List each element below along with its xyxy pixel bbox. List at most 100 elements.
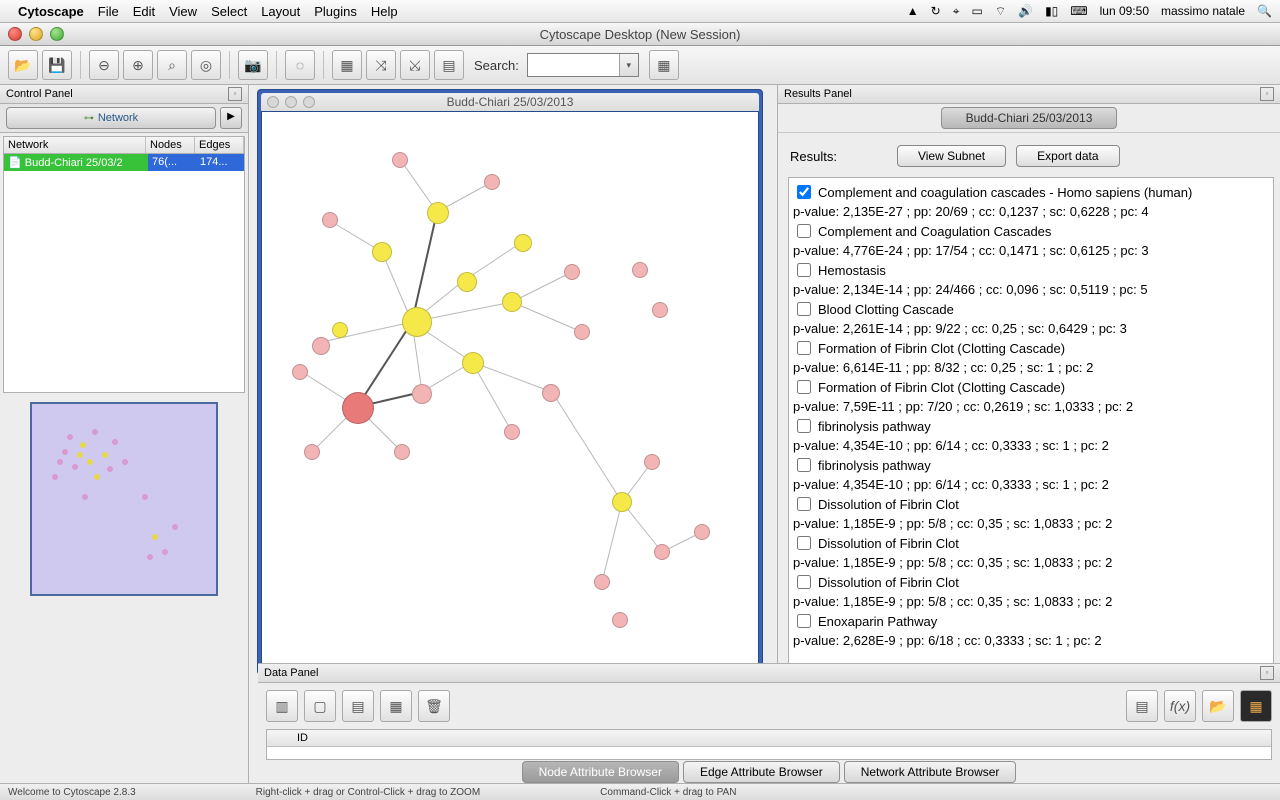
network-node[interactable] — [462, 352, 484, 374]
network-node[interactable] — [694, 524, 710, 540]
network-node[interactable] — [504, 424, 520, 440]
username[interactable]: massimo natale — [1161, 4, 1245, 18]
network-node[interactable] — [372, 242, 392, 262]
result-checkbox[interactable] — [797, 263, 811, 277]
result-checkbox[interactable] — [797, 497, 811, 511]
network-row[interactable]: 📄 Budd-Chiari 25/03/2 76(... 174... — [4, 154, 244, 171]
result-checkbox[interactable] — [797, 536, 811, 550]
dp-new-button[interactable]: ▢ — [304, 690, 336, 722]
tab-network-attr[interactable]: Network Attribute Browser — [844, 761, 1017, 783]
data-table[interactable]: ID — [266, 729, 1272, 760]
network-node[interactable] — [484, 174, 500, 190]
open-session-button[interactable]: 📂 — [8, 50, 38, 80]
result-item[interactable]: fibrinolysis pathwayp-value: 4,354E-10 ;… — [791, 455, 1271, 494]
bluetooth-icon[interactable]: ⌖ — [953, 4, 960, 19]
network-node[interactable] — [412, 384, 432, 404]
col-edges[interactable]: Edges — [195, 137, 244, 153]
tab-next-icon[interactable]: ▶ — [220, 107, 242, 129]
filter-button[interactable]: ▦ — [332, 50, 362, 80]
close-icon[interactable] — [8, 27, 22, 41]
result-item[interactable]: Hemostasisp-value: 2,134E-14 ; pp: 24/46… — [791, 260, 1271, 299]
results-tab[interactable]: Budd-Chiari 25/03/2013 — [941, 107, 1118, 129]
dp-list-button[interactable]: ▤ — [342, 690, 374, 722]
vizmapper-button[interactable]: ◌ — [285, 50, 315, 80]
network-window-titlebar[interactable]: Budd-Chiari 25/03/2013 — [261, 93, 759, 111]
result-item[interactable]: fibrinolysis pathwayp-value: 4,354E-10 ;… — [791, 416, 1271, 455]
search-go-button[interactable]: ▦ — [649, 50, 679, 80]
spotlight-icon[interactable]: 🔍 — [1257, 4, 1272, 18]
result-checkbox[interactable] — [797, 419, 811, 433]
nw-zoom-icon[interactable] — [303, 96, 315, 108]
network-node[interactable] — [332, 322, 348, 338]
zoom-icon[interactable] — [50, 27, 64, 41]
network-node[interactable] — [394, 444, 410, 460]
result-item[interactable]: Blood Clotting Cascadep-value: 2,261E-14… — [791, 299, 1271, 338]
volume-icon[interactable]: 🔊 — [1018, 4, 1033, 18]
result-checkbox[interactable] — [797, 458, 811, 472]
result-checkbox[interactable] — [797, 341, 811, 355]
edge-filter2-button[interactable]: ⤩ — [400, 50, 430, 80]
dp-delete-button[interactable]: 🗑 — [418, 690, 450, 722]
network-node[interactable] — [312, 337, 330, 355]
network-node[interactable] — [457, 272, 477, 292]
data-col-id[interactable]: ID — [267, 730, 1271, 747]
col-nodes[interactable]: Nodes — [146, 137, 195, 153]
result-item[interactable]: Complement and coagulation cascades - Ho… — [791, 182, 1271, 221]
float-panel-icon[interactable]: ▫ — [1260, 666, 1274, 680]
network-canvas[interactable] — [261, 111, 759, 671]
network-overview[interactable] — [30, 402, 218, 596]
float-panel-icon[interactable]: ▫ — [1260, 87, 1274, 101]
minimize-icon[interactable] — [29, 27, 43, 41]
network-node[interactable] — [322, 212, 338, 228]
wifi-icon[interactable]: ⌔ — [995, 4, 1006, 19]
export-data-button[interactable]: Export data — [1016, 145, 1119, 167]
dp-select-all-button[interactable]: ▥ — [266, 690, 298, 722]
snapshot-button[interactable]: 📷 — [238, 50, 268, 80]
dp-open-button[interactable]: 📂 — [1202, 690, 1234, 722]
result-item[interactable]: Formation of Fibrin Clot (Clotting Casca… — [791, 338, 1271, 377]
tab-edge-attr[interactable]: Edge Attribute Browser — [683, 761, 840, 783]
result-item[interactable]: Enoxaparin Pathwayp-value: 2,628E-9 ; pp… — [791, 611, 1271, 650]
keyboard-icon[interactable]: ⌨ — [1070, 4, 1087, 18]
dp-heatmap-button[interactable]: ▦ — [1240, 690, 1272, 722]
network-node[interactable] — [427, 202, 449, 224]
float-panel-icon[interactable]: ▫ — [228, 87, 242, 101]
zoom-selected-button[interactable]: ⌕ — [157, 50, 187, 80]
zoom-out-button[interactable]: ⊖ — [89, 50, 119, 80]
result-item[interactable]: Dissolution of Fibrin Clotp-value: 1,185… — [791, 572, 1271, 611]
network-node[interactable] — [304, 444, 320, 460]
network-node[interactable] — [644, 454, 660, 470]
network-node[interactable] — [612, 612, 628, 628]
zoom-in-button[interactable]: ⊕ — [123, 50, 153, 80]
network-node[interactable] — [612, 492, 632, 512]
dp-attr-button[interactable]: ▦ — [380, 690, 412, 722]
zoom-fit-button[interactable]: ◎ — [191, 50, 221, 80]
network-node[interactable] — [594, 574, 610, 590]
network-node[interactable] — [402, 307, 432, 337]
sync-icon[interactable]: ↻ — [931, 4, 941, 18]
result-item[interactable]: Dissolution of Fibrin Clotp-value: 1,185… — [791, 533, 1271, 572]
dp-function-button[interactable]: f(x) — [1164, 690, 1196, 722]
gdrive-icon[interactable]: ▲ — [907, 4, 919, 18]
menu-plugins[interactable]: Plugins — [314, 4, 357, 19]
result-checkbox[interactable] — [797, 224, 811, 238]
result-checkbox[interactable] — [797, 185, 811, 199]
result-item[interactable]: Dissolution of Fibrin Clotp-value: 1,185… — [791, 494, 1271, 533]
network-node[interactable] — [502, 292, 522, 312]
app-name[interactable]: Cytoscape — [18, 4, 84, 19]
network-node[interactable] — [574, 324, 590, 340]
network-node[interactable] — [514, 234, 532, 252]
search-input[interactable]: ▾ — [527, 53, 639, 77]
view-subnet-button[interactable]: View Subnet — [897, 145, 1006, 167]
menu-edit[interactable]: Edit — [133, 4, 155, 19]
menu-help[interactable]: Help — [371, 4, 398, 19]
menu-file[interactable]: File — [98, 4, 119, 19]
network-node[interactable] — [542, 384, 560, 402]
menu-select[interactable]: Select — [211, 4, 247, 19]
network-node[interactable] — [632, 262, 648, 278]
options-button[interactable]: ▤ — [434, 50, 464, 80]
result-checkbox[interactable] — [797, 380, 811, 394]
result-checkbox[interactable] — [797, 614, 811, 628]
menu-view[interactable]: View — [169, 4, 197, 19]
result-item[interactable]: Complement and Coagulation Cascadesp-val… — [791, 221, 1271, 260]
